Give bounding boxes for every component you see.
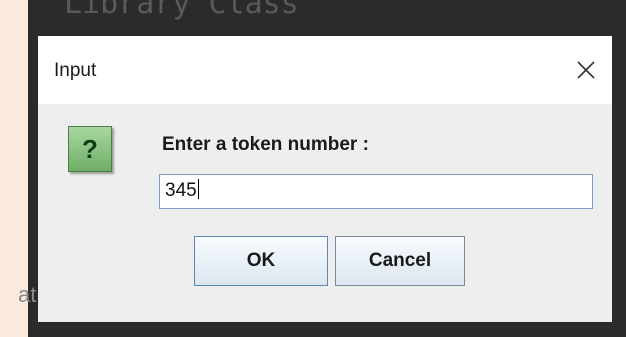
text-caret — [197, 179, 199, 199]
close-button[interactable] — [566, 50, 606, 90]
cancel-button[interactable]: Cancel — [335, 236, 465, 286]
background-side-text: at — [18, 282, 37, 307]
token-number-input[interactable]: 345 — [159, 174, 593, 209]
input-dialog: Input ? Enter a token number : 345 OK Ca… — [38, 36, 612, 322]
dialog-titlebar[interactable]: Input — [38, 36, 612, 104]
input-value: 345 — [165, 180, 197, 201]
background-header-text: Library Class — [64, 0, 299, 21]
question-icon: ? — [68, 126, 112, 172]
dialog-title: Input — [54, 60, 97, 81]
ok-button[interactable]: OK — [194, 236, 328, 286]
prompt-label: Enter a token number : — [162, 134, 369, 155]
close-icon — [577, 61, 595, 79]
